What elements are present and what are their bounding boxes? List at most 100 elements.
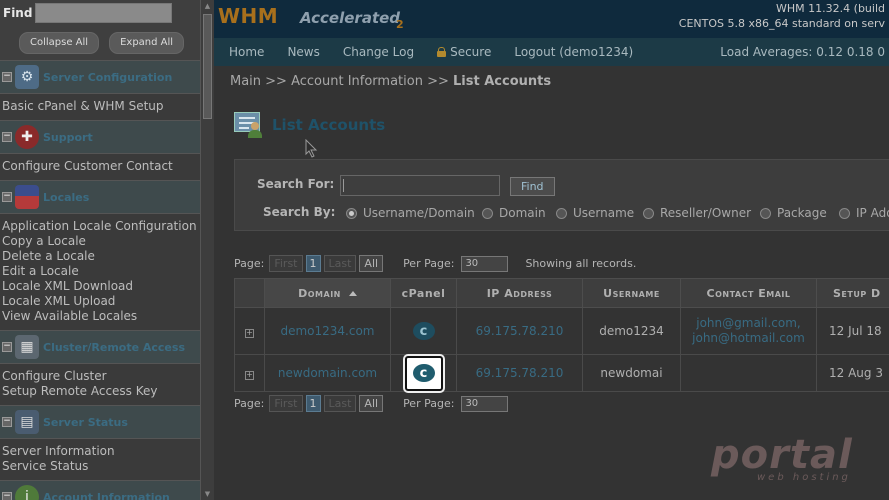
last-page-button[interactable]: Last [323,395,357,412]
nav-logout[interactable]: Logout (demo1234) [514,45,633,59]
sidebar-link[interactable]: Service Status [2,459,200,474]
collapse-all-button[interactable]: Collapse All [19,32,100,54]
sidebar-find-input[interactable] [35,3,172,23]
username-cell: newdomai [582,354,681,392]
radio-domain[interactable]: Domain [482,206,546,220]
domain-column-header[interactable]: Domain [264,278,391,308]
sidebar-link[interactable]: Locale XML Upload [2,294,200,309]
radio-username-domain[interactable]: Username/Domain [346,206,475,220]
email-cell [680,354,817,392]
all-pages-button[interactable]: All [359,395,384,412]
scrollbar-thumb[interactable] [203,14,212,119]
sidebar-link[interactable]: View Available Locales [2,309,200,324]
expand-plus-icon[interactable]: + [245,371,254,380]
whm-logo-subscript: 2 [396,18,404,31]
expand-cell[interactable]: + [234,307,265,355]
nav-change-log[interactable]: Change Log [343,45,414,59]
radio-label: Reseller/Owner [660,206,752,220]
nav-bar: Home News Change Log Secure Logout (demo… [214,38,889,66]
per-page-input[interactable]: 30 [461,255,509,272]
domain-link[interactable]: newdomain.com [278,366,377,380]
sidebar-link[interactable]: Edit a Locale [2,264,200,279]
sidebar-link[interactable]: Configure Cluster [2,369,200,384]
nav-home[interactable]: Home [229,45,264,59]
pager-bottom: Page: First 1 Last All Per Page: 30 [234,395,509,412]
cpanel-cell[interactable]: c [390,307,457,355]
search-input[interactable] [340,175,500,196]
sidebar-section-server-configuration[interactable]: − ⚙ Server Configuration [0,60,200,94]
current-page-button[interactable]: 1 [305,395,321,412]
sidebar-section-cluster-remote-access[interactable]: − ▦ Cluster/Remote Access [0,330,200,364]
sidebar-section-locales[interactable]: − Locales [0,180,200,214]
radio-reseller-owner[interactable]: Reseller/Owner [643,206,751,220]
expand-all-button[interactable]: Expand All [109,32,185,54]
nav-secure[interactable]: Secure [437,45,491,59]
ip-address-column-header[interactable]: IP Address [456,278,583,308]
radio-ip-address[interactable]: IP Add [839,206,889,220]
flag-icon [15,185,39,209]
email-link[interactable]: john@gmail.com, [681,316,816,331]
scroll-down-icon[interactable]: ▼ [203,490,212,498]
first-page-button[interactable]: First [269,395,303,412]
scroll-up-icon[interactable]: ▲ [203,2,212,10]
find-button[interactable]: Find [510,177,555,196]
ip-link[interactable]: 69.175.78.210 [476,324,564,338]
portal-watermark-logo: portal web hosting [711,432,853,483]
sidebar-link[interactable]: Server Information [2,444,200,459]
sidebar-section-title: Locales [43,190,90,204]
contact-email-column-header[interactable]: Contact Email [680,278,817,308]
nav-news[interactable]: News [287,45,319,59]
domain-cell[interactable]: demo1234.com [264,307,391,355]
ip-link[interactable]: 69.175.78.210 [476,366,564,380]
sidebar-link[interactable]: Application Locale Configuration [2,219,200,234]
setup-date-cell: 12 Jul 18 [816,307,889,355]
page-title: List Accounts [272,116,386,134]
whm-logo[interactable]: WHM [218,4,278,28]
setup-date-column-header[interactable]: Setup D [816,278,889,308]
sidebar-scrollbar[interactable]: ▲ ▼ [200,0,214,500]
sidebar-section-support[interactable]: − ✚ Support [0,120,200,154]
ip-cell[interactable]: 69.175.78.210 [456,354,583,392]
ip-cell[interactable]: 69.175.78.210 [456,307,583,355]
sidebar-link[interactable]: Locale XML Download [2,279,200,294]
sidebar-link[interactable]: Delete a Locale [2,249,200,264]
cpanel-logo-icon[interactable]: c [412,364,435,382]
sidebar-link[interactable]: Copy a Locale [2,234,200,249]
domain-cell[interactable]: newdomain.com [264,354,391,392]
collapse-minus-icon[interactable]: − [2,72,12,82]
radio-package[interactable]: Package [760,206,827,220]
breadcrumb-current: List Accounts [453,74,552,89]
collapse-minus-icon[interactable]: − [2,192,12,202]
domain-link[interactable]: demo1234.com [280,324,374,338]
per-page-label: Per Page: [403,257,455,270]
cpanel-highlighted-button[interactable]: c [404,355,443,391]
sidebar-link[interactable]: Setup Remote Access Key [2,384,200,399]
collapse-minus-icon[interactable]: − [2,492,12,500]
radio-username[interactable]: Username [556,206,634,220]
lock-icon [437,47,447,57]
pager-top: Page: First 1 Last All Per Page: 30 Show… [234,255,636,272]
expand-cell[interactable]: + [234,354,265,392]
email-link[interactable]: john@hotmail.com [681,331,816,346]
current-page-button[interactable]: 1 [305,255,321,272]
expand-plus-icon[interactable]: + [245,329,254,338]
collapse-minus-icon[interactable]: − [2,342,12,352]
username-column-header[interactable]: Username [582,278,681,308]
all-pages-button[interactable]: All [359,255,384,272]
per-page-input[interactable]: 30 [461,395,509,412]
sidebar-section-server-status[interactable]: − ▤ Server Status [0,405,200,439]
sidebar-section-title: Cluster/Remote Access [43,340,185,354]
cpanel-cell[interactable]: c [390,354,457,392]
breadcrumb-path[interactable]: Main >> Account Information >> [230,74,453,89]
collapse-minus-icon[interactable]: − [2,417,12,427]
search-by-label: Search By: [263,205,336,219]
collapse-minus-icon[interactable]: − [2,132,12,142]
sidebar-link[interactable]: Basic cPanel & WHM Setup [2,99,200,114]
sidebar-link[interactable]: Configure Customer Contact [2,159,200,174]
last-page-button[interactable]: Last [323,255,357,272]
cpanel-logo-icon[interactable]: c [412,322,435,340]
sidebar-section-account-information[interactable]: − i Account Information [0,480,200,500]
first-page-button[interactable]: First [269,255,303,272]
cpanel-column-header[interactable]: cPanel [390,278,457,308]
sidebar: Find Collapse All Expand All − ⚙ Server … [0,0,200,500]
